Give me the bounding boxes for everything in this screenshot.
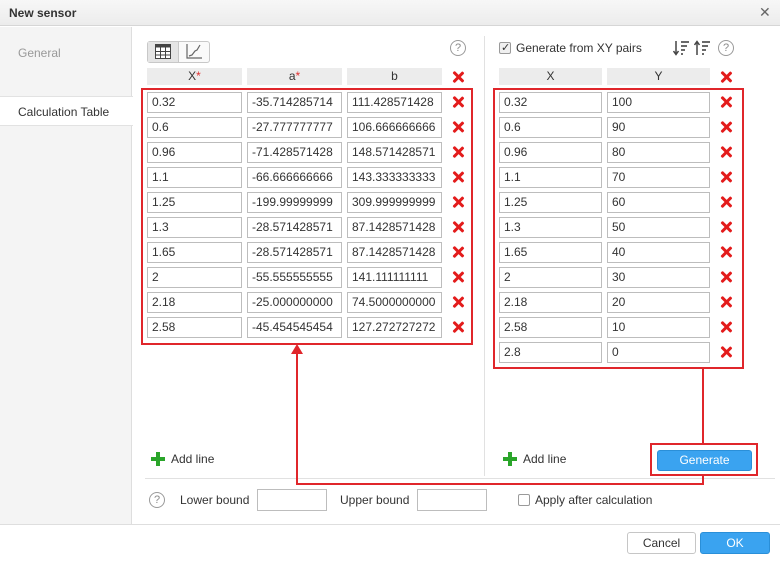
horizontal-divider [145,478,775,479]
help-icon[interactable]: ? [718,40,734,56]
ok-button[interactable]: OK [700,532,770,554]
annotation-box-left-table [141,88,473,345]
annotation-arrow-icon [291,344,303,354]
delete-column-icon[interactable] [720,71,732,83]
close-icon[interactable]: ✕ [759,4,771,21]
dialog-title: New sensor [9,6,77,20]
generate-xy-label: Generate from XY pairs [516,41,642,55]
sidebar-item-general[interactable]: General [0,38,132,68]
generate-button[interactable]: Generate [657,450,752,471]
table-icon [155,44,171,59]
required-mark: * [196,69,201,83]
sidebar: General Calculation Table [0,27,133,524]
help-icon[interactable]: ? [149,492,165,508]
annotation-line [296,352,298,485]
column-header-x: X* [147,68,242,85]
table-view-button[interactable] [148,42,179,62]
upper-bound-input[interactable] [417,489,487,511]
upper-bound-label: Upper bound [340,493,410,507]
apply-after-checkbox[interactable] [518,494,530,506]
add-line-label: Add line [171,452,215,466]
column-header-b: b [347,68,442,85]
column-header-x-label: X [188,69,197,83]
delete-column-icon[interactable] [452,71,464,83]
required-mark: * [295,69,301,83]
plus-icon [151,452,165,466]
column-header-a-label: a [288,69,296,83]
generate-xy-checkbox[interactable] [499,41,511,54]
cancel-button[interactable]: Cancel [627,532,696,554]
sort-descending-icon[interactable] [694,40,711,56]
vertical-divider [484,36,485,476]
plus-icon [503,452,517,466]
column-header-b-label: b [391,69,398,83]
view-toggle [147,41,210,63]
chart-view-button[interactable] [179,42,210,62]
add-line-label: Add line [523,452,567,466]
help-icon[interactable]: ? [450,40,466,56]
column-header-a: a* [247,68,342,85]
dialog-titlebar: New sensor ✕ [0,0,780,26]
apply-after-label: Apply after calculation [535,493,653,507]
chart-line-icon [186,44,202,59]
lower-bound-label: Lower bound [180,493,250,507]
column-header-x-pairs: X [499,68,602,85]
annotation-line [702,368,704,444]
annotation-box-right-table [493,88,744,369]
sort-ascending-icon[interactable] [673,40,690,56]
lower-bound-input[interactable] [257,489,327,511]
column-header-y-pairs: Y [607,68,710,85]
annotation-line [296,483,704,485]
sidebar-item-calculation-table[interactable]: Calculation Table [0,96,133,126]
